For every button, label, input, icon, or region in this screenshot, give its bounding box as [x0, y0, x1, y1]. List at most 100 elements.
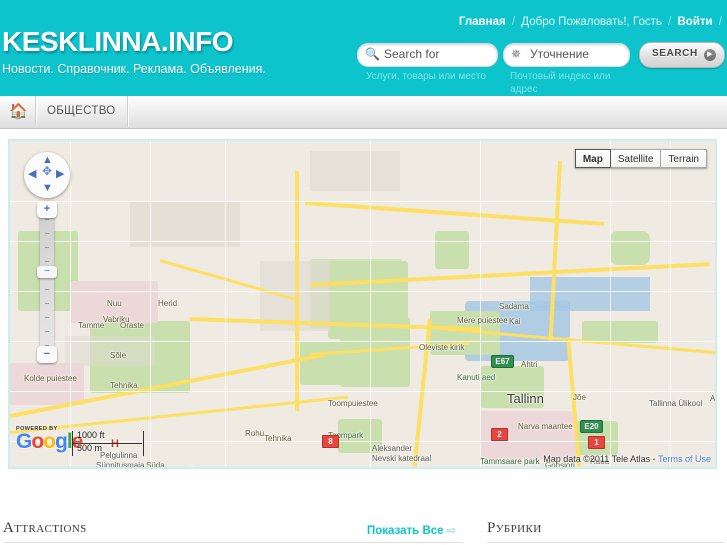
search-button[interactable]: SEARCH ▶ [639, 42, 725, 68]
map-type-satellite[interactable]: Satellite [610, 149, 662, 168]
nav-separator-1: / [511, 16, 516, 28]
arrow-right-icon: ⇨ [446, 525, 457, 537]
map-container[interactable]: TallinnKesklinnSadamaKaiMere puiesteeOle… [8, 139, 717, 469]
terms-of-use-link[interactable]: Terms of Use [658, 454, 711, 464]
scale-imperial: 1000 ft [77, 430, 105, 440]
map-zoom-slider-track[interactable] [40, 203, 54, 361]
map-pan-control[interactable]: ▲ ▼ ◀ ▶ ✥ [24, 152, 70, 198]
map-label: Jõe [573, 393, 586, 402]
search-button-label: SEARCH [652, 48, 698, 59]
pan-right-icon[interactable]: ▶ [56, 169, 64, 180]
map-type-map[interactable]: Map [574, 149, 611, 168]
map-street [370, 141, 371, 467]
map-route-shield: 1 [588, 436, 605, 449]
nav-link-home[interactable]: Главная [459, 16, 506, 28]
map-label: Sünnitusmaja [96, 461, 145, 467]
map-zoom-out-button[interactable]: − [37, 346, 57, 363]
map-scale-bar: 1000 ft 500 m [72, 430, 144, 457]
map-street [70, 141, 71, 467]
map-canvas[interactable]: TallinnKesklinnSadamaKaiMere puiesteeOle… [10, 141, 715, 467]
map-label: Toompuiestee [328, 399, 378, 408]
site-header: KESKLINNA.INFO Новости. Справочник. Рекл… [0, 0, 727, 96]
map-water-bay [530, 277, 650, 311]
pan-center-icon[interactable]: ✥ [39, 165, 55, 182]
map-label: Herid [158, 299, 178, 308]
attractions-divider [3, 542, 463, 543]
map-zoom-in-button[interactable]: + [37, 201, 57, 218]
map-route-shield: 2 [491, 428, 508, 441]
top-navigation: Главная / Добро Пожаловать!, Гость / Вой… [459, 16, 725, 28]
location-input-placeholder: Уточнение [530, 47, 589, 61]
search-input-hint: Услуги, товары или место [366, 71, 486, 82]
chevron-right-icon: ▶ [704, 49, 716, 61]
compass-icon: ✵ [511, 47, 522, 61]
map-label: Tallinn-väike [190, 466, 234, 467]
map-label: Süda [146, 461, 165, 467]
map-type-switcher[interactable]: Map Satellite Terrain [574, 149, 707, 168]
map-label: Kai [509, 317, 521, 326]
main-menu-bar: 🏠 ОБЩЕСТВО [0, 96, 727, 129]
map-building-3 [310, 151, 400, 191]
map-street [225, 141, 226, 467]
map-green-kanuti [435, 231, 469, 269]
search-input-placeholder: Search for [384, 47, 440, 61]
nav-link-login[interactable]: Войти [677, 16, 712, 28]
nav-separator-2: / [668, 16, 672, 28]
magnifier-icon: 🔍 [365, 47, 380, 61]
map-label: Tamme [78, 321, 105, 330]
menu-item-home[interactable]: 🏠 [0, 96, 36, 127]
site-logo[interactable]: KESKLINNA.INFO [2, 26, 234, 58]
map-label: Narva maantee [518, 422, 573, 431]
map-label: Aleksander [372, 444, 413, 453]
show-all-label: Показать Все [367, 525, 444, 537]
map-green-hirvepark [300, 341, 360, 385]
map-street [610, 141, 611, 467]
map-zoom-slider-handle[interactable]: − [37, 266, 57, 278]
map-label: A. We [710, 394, 715, 403]
map-label: Nuu [107, 299, 122, 308]
map-type-terrain[interactable]: Terrain [661, 149, 707, 168]
location-input[interactable]: ✵ Уточнение [503, 43, 630, 67]
rubrics-divider [487, 542, 724, 543]
site-tagline: Новости. Справочник. Реклама. Объявления… [2, 62, 266, 76]
map-label: Oleviste kirik [419, 343, 465, 352]
map-label: Sadama [499, 302, 529, 311]
location-input-hint: Почтовый индекс или адрес [510, 71, 611, 95]
menu-item-label: ОБЩЕСТВО [47, 105, 116, 117]
map-euroroute-shield: E67 [491, 355, 514, 368]
map-label: Kanuti aed [457, 373, 496, 382]
map-label: Ahtri [521, 360, 538, 369]
nav-greeting: Добро Пожаловать!, Гость [521, 16, 662, 28]
map-pink-hospital-2 [10, 363, 84, 405]
home-icon: 🏠 [9, 103, 28, 120]
map-euroroute-shield: E20 [580, 420, 603, 433]
map-street [670, 141, 671, 467]
map-label: Kolde puiestee [24, 374, 77, 383]
map-label: Oraste [120, 321, 145, 330]
rubrics-heading: Рубрики [487, 520, 542, 536]
map-label: Tehnika [110, 381, 138, 390]
map-route-shield: 8 [322, 435, 339, 448]
nav-separator-3: / [718, 16, 722, 28]
show-all-link[interactable]: Показать Все ⇨ [367, 523, 456, 537]
map-street [480, 141, 481, 467]
pan-down-icon[interactable]: ▼ [42, 183, 53, 194]
map-label: Tallinna Ülikool [649, 399, 703, 408]
attractions-heading: Attractions [3, 520, 87, 536]
map-street [150, 141, 151, 467]
map-label: Tehnika [264, 434, 292, 443]
map-label: Nevski katedraal [372, 454, 432, 463]
map-label: Mere puiestee [457, 316, 508, 325]
map-label: Rohu [245, 429, 265, 438]
map-attribution: Map data ©2011 Tele Atlas - Terms of Use [543, 454, 711, 464]
map-label: Tammsaare park [480, 457, 540, 466]
pan-left-icon[interactable]: ◀ [28, 169, 36, 180]
map-attribution-text: Map data ©2011 Tele Atlas - [543, 454, 658, 464]
map-label: Sõle [110, 351, 127, 360]
content-section: Attractions Показать Все ⇨ Рубрики [0, 478, 727, 545]
map-green-ylikool [610, 231, 650, 265]
scale-metric: 500 m [77, 443, 103, 453]
menu-item-obshchestvo[interactable]: ОБЩЕСТВО [36, 96, 128, 127]
search-input[interactable]: 🔍 Search for [357, 43, 498, 67]
map-label: Tallinn [507, 391, 544, 406]
